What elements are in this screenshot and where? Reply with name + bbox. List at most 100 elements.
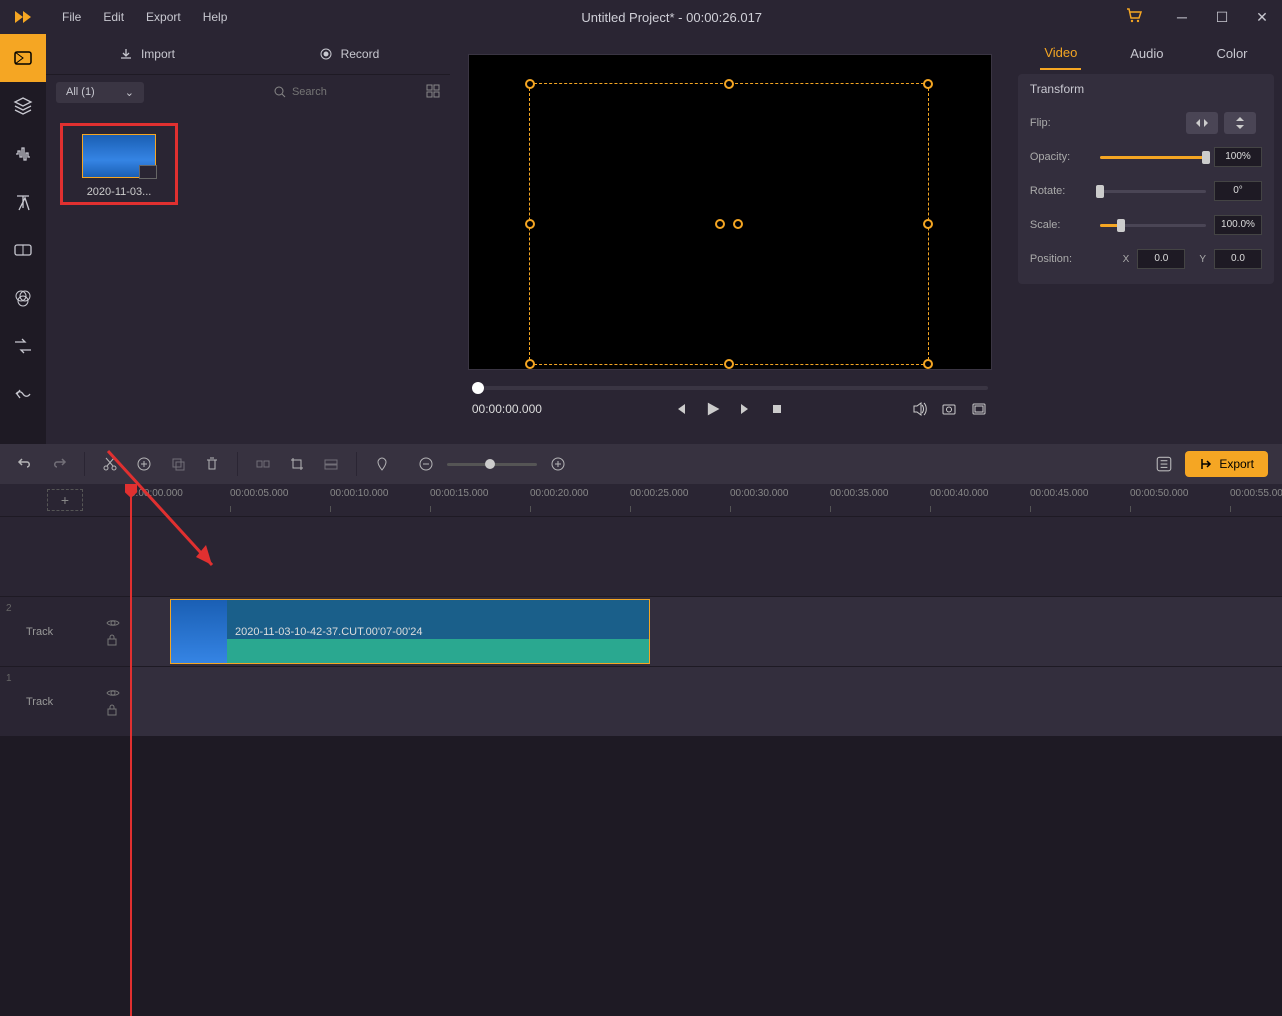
- sidebar-media[interactable]: [0, 34, 46, 82]
- menu-file[interactable]: File: [52, 4, 91, 30]
- media-content: 2020-11-03...: [46, 109, 450, 444]
- track-2-content[interactable]: 2020-11-03-10-42-37.CUT.00'07-00'24: [130, 597, 1282, 666]
- search-input[interactable]: [292, 86, 372, 98]
- scale-value[interactable]: 100.0%: [1214, 215, 1262, 235]
- menu-help[interactable]: Help: [193, 4, 238, 30]
- thumbnail-image: [82, 134, 156, 178]
- media-filter-dropdown[interactable]: All (1) ⌄: [56, 82, 144, 103]
- sidebar-transitions[interactable]: [0, 322, 46, 370]
- zoom-slider[interactable]: [447, 463, 537, 466]
- undo-button[interactable]: [14, 453, 36, 475]
- title-bar: File Edit Export Help Untitled Project* …: [0, 0, 1282, 34]
- close-button[interactable]: ✕: [1242, 0, 1282, 34]
- sidebar-elements[interactable]: [0, 370, 46, 418]
- rotate-row: Rotate: 0°: [1030, 174, 1262, 208]
- sidebar-audio[interactable]: [0, 130, 46, 178]
- visibility-icon[interactable]: [106, 618, 120, 628]
- sidebar-layers[interactable]: [0, 82, 46, 130]
- grid-view-icon[interactable]: [426, 84, 440, 101]
- handle-top-left[interactable]: [525, 79, 535, 89]
- scrubber-knob[interactable]: [472, 382, 484, 394]
- media-clip-thumbnail[interactable]: 2020-11-03...: [60, 123, 178, 205]
- preview-scrubber[interactable]: [472, 386, 988, 390]
- lock-icon[interactable]: [106, 704, 118, 716]
- ruler-tick: 00:00:35.000: [830, 488, 888, 499]
- redo-button[interactable]: [48, 453, 70, 475]
- opacity-row: Opacity: 100%: [1030, 140, 1262, 174]
- flip-row: Flip:: [1030, 106, 1262, 140]
- track-1-content[interactable]: [130, 667, 1282, 736]
- snapshot-icon[interactable]: [940, 400, 958, 418]
- tab-color[interactable]: Color: [1212, 38, 1251, 69]
- lock-icon[interactable]: [106, 634, 118, 646]
- sidebar-split[interactable]: [0, 226, 46, 274]
- minimize-button[interactable]: ─: [1162, 0, 1202, 34]
- menu-export[interactable]: Export: [136, 4, 191, 30]
- ruler-marks[interactable]: 0:00:00.00000:00:05.00000:00:10.00000:00…: [130, 484, 1282, 516]
- preview-controls: 00:00:00.000: [468, 400, 992, 418]
- tool-sidebar: [0, 34, 46, 444]
- volume-icon[interactable]: [910, 400, 928, 418]
- sidebar-filters[interactable]: [0, 274, 46, 322]
- handle-top-mid[interactable]: [724, 79, 734, 89]
- scale-slider[interactable]: [1100, 224, 1206, 227]
- cut-button[interactable]: [99, 453, 121, 475]
- marker-button[interactable]: [371, 453, 393, 475]
- settings-icon[interactable]: [1153, 453, 1175, 475]
- app-logo: [0, 0, 46, 34]
- tab-video[interactable]: Video: [1040, 37, 1081, 70]
- scale-row: Scale: 100.0%: [1030, 208, 1262, 242]
- visibility-icon[interactable]: [106, 688, 120, 698]
- handle-bottom-mid[interactable]: [724, 359, 734, 369]
- ruler-tick: 00:00:10.000: [330, 488, 388, 499]
- export-button[interactable]: Export: [1185, 451, 1268, 477]
- fullscreen-icon[interactable]: [970, 400, 988, 418]
- merge-button[interactable]: [320, 453, 342, 475]
- prev-frame-button[interactable]: [672, 400, 690, 418]
- handle-bottom-left[interactable]: [525, 359, 535, 369]
- maximize-button[interactable]: ☐: [1202, 0, 1242, 34]
- ruler-tick: 00:00:40.000: [930, 488, 988, 499]
- opacity-value[interactable]: 100%: [1214, 147, 1262, 167]
- handle-bottom-right[interactable]: [923, 359, 933, 369]
- record-button[interactable]: Record: [248, 34, 450, 74]
- shop-icon[interactable]: [1106, 8, 1162, 27]
- position-y-value[interactable]: 0.0: [1214, 249, 1262, 269]
- flip-horizontal-button[interactable]: [1186, 112, 1218, 134]
- ruler-tick: 00:00:50.000: [1130, 488, 1188, 499]
- search-icon: [274, 86, 286, 98]
- add-track-button[interactable]: +: [47, 489, 83, 511]
- video-clip[interactable]: 2020-11-03-10-42-37.CUT.00'07-00'24: [170, 599, 650, 664]
- rotate-slider[interactable]: [1100, 190, 1206, 193]
- stop-button[interactable]: [768, 400, 786, 418]
- copy-button[interactable]: [167, 453, 189, 475]
- split-button[interactable]: [252, 453, 274, 475]
- handle-center-left[interactable]: [715, 219, 725, 229]
- media-panel: Import Record All (1) ⌄ 2020-11-0: [46, 34, 450, 444]
- handle-center-right[interactable]: [733, 219, 743, 229]
- transform-title: Transform: [1030, 82, 1262, 96]
- next-frame-button[interactable]: [736, 400, 754, 418]
- position-x-value[interactable]: 0.0: [1137, 249, 1185, 269]
- handle-top-right[interactable]: [923, 79, 933, 89]
- menu-edit[interactable]: Edit: [93, 4, 134, 30]
- sidebar-text[interactable]: [0, 178, 46, 226]
- flip-vertical-button[interactable]: [1224, 112, 1256, 134]
- rotate-value[interactable]: 0°: [1214, 181, 1262, 201]
- delete-button[interactable]: [201, 453, 223, 475]
- preview-canvas[interactable]: [468, 54, 992, 370]
- play-button[interactable]: [704, 400, 722, 418]
- tab-audio[interactable]: Audio: [1126, 38, 1167, 69]
- import-button[interactable]: Import: [46, 34, 248, 74]
- handle-mid-left[interactable]: [525, 219, 535, 229]
- handle-mid-right[interactable]: [923, 219, 933, 229]
- track-1-head: 1 Track: [0, 667, 130, 736]
- transform-selection-box[interactable]: [529, 83, 929, 365]
- zoom-out-button[interactable]: [415, 453, 437, 475]
- preview-right-controls: [910, 400, 988, 418]
- add-button[interactable]: [133, 453, 155, 475]
- transform-section: Transform Flip: Opacity: 100% Rotate: 0°…: [1018, 74, 1274, 284]
- opacity-slider[interactable]: [1100, 156, 1206, 159]
- crop-button[interactable]: [286, 453, 308, 475]
- zoom-in-button[interactable]: [547, 453, 569, 475]
